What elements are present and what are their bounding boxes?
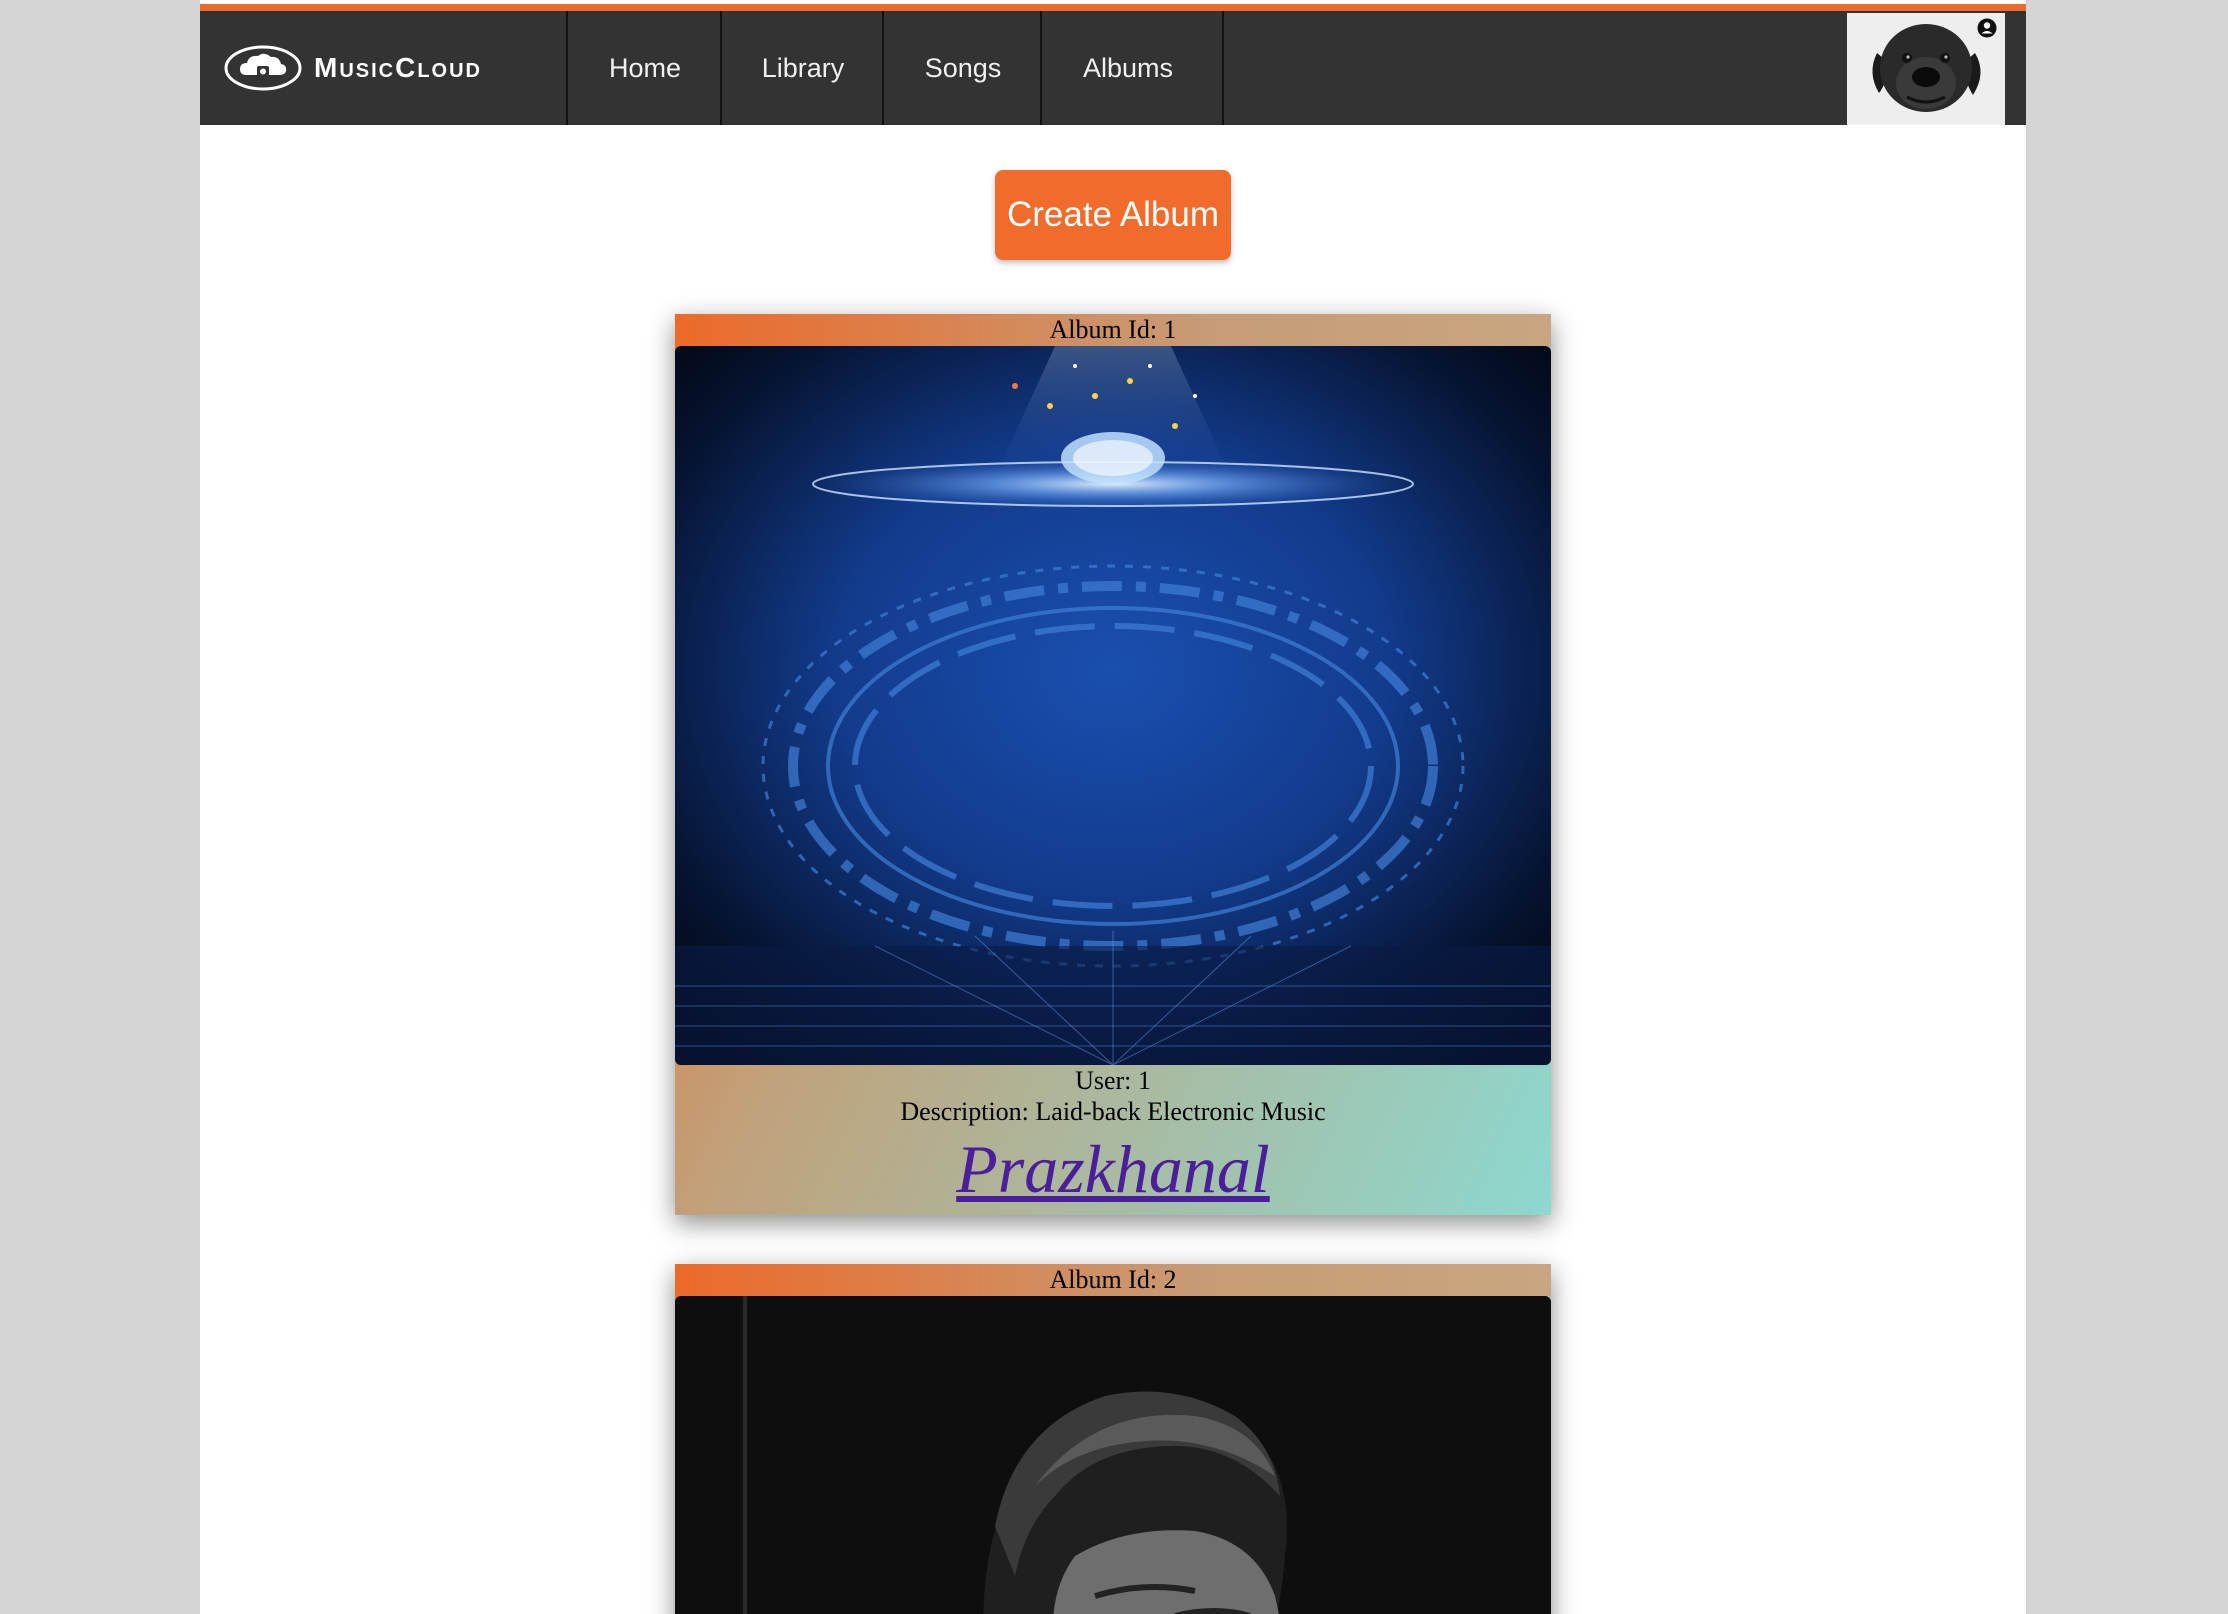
create-album-button[interactable]: Create Album	[995, 170, 1231, 260]
nav-songs[interactable]: Songs	[882, 11, 1042, 125]
album-user-label: User: 1	[1075, 1066, 1151, 1095]
nav-divider	[1222, 11, 1224, 125]
navbar: MusicCloud Home Library Songs Albums	[200, 11, 2026, 125]
album-details: User: 1 Description: Laid-back Electroni…	[675, 1065, 1551, 1215]
nav-home[interactable]: Home	[566, 11, 722, 125]
user-circle-icon	[1977, 18, 1997, 38]
brand-name: MusicCloud	[314, 52, 482, 83]
user-avatar-button[interactable]	[1847, 13, 2005, 125]
album-name-link[interactable]: Prazkhanal	[675, 1127, 1551, 1211]
album-card: Album Id: 1 User: 1 Description: Laid-ba…	[675, 314, 1551, 1215]
album-id-label: Album Id: 2	[675, 1264, 1551, 1296]
nav-albums[interactable]: Albums	[1040, 11, 1214, 125]
album-description: Description: Laid-back Electronic Music	[900, 1097, 1326, 1126]
album-card: Album Id: 2	[675, 1264, 1551, 1614]
accent-top-bar	[200, 4, 2026, 11]
album-cover-image[interactable]	[675, 1296, 1551, 1614]
nav-library[interactable]: Library	[720, 11, 884, 125]
brand[interactable]: MusicCloud	[224, 44, 482, 92]
album-cover-image[interactable]	[675, 346, 1551, 1065]
album-id-label: Album Id: 1	[675, 314, 1551, 346]
page: MusicCloud Home Library Songs Albums Cre…	[200, 0, 2026, 1614]
cloud-logo-icon	[224, 45, 302, 91]
